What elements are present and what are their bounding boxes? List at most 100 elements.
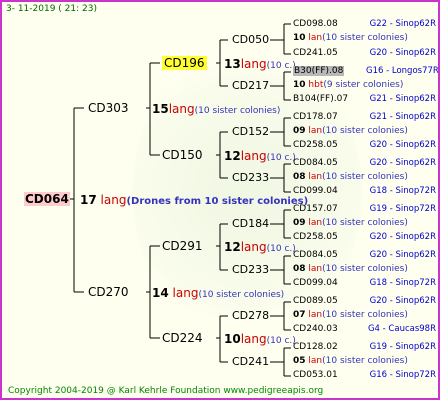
gen2-colony[interactable]: CD196 bbox=[162, 56, 207, 70]
gen2-mating-info: 12lang(10 c.) bbox=[224, 150, 296, 163]
gen3-colony[interactable]: CD217 bbox=[232, 80, 269, 91]
drone-source: G4 - Caucas98R bbox=[367, 324, 436, 334]
root-mating-info: 17 lang(Drones from 10 sister colonies) bbox=[80, 194, 308, 207]
count: 10 bbox=[224, 332, 241, 346]
root-count: 17 bbox=[80, 193, 97, 207]
count: 14 bbox=[152, 286, 169, 300]
note: (10 c.) bbox=[266, 336, 296, 346]
mating-info: 08 lan(10 sister colonies) bbox=[293, 265, 408, 274]
gen3-colony[interactable]: CD152 bbox=[232, 126, 269, 137]
count: 15 bbox=[152, 102, 169, 116]
queen-id-text: B30(FF).08 bbox=[293, 66, 345, 76]
drone-id[interactable]: CD258.05 bbox=[293, 141, 338, 150]
note: (10 sister colonies) bbox=[194, 106, 281, 116]
note: (10 sister colonies) bbox=[322, 218, 408, 228]
lang: lan bbox=[308, 218, 323, 228]
gen3-colony[interactable]: CD050 bbox=[232, 34, 269, 45]
count: 08 bbox=[293, 172, 306, 182]
gen3-colony[interactable]: CD241 bbox=[232, 356, 269, 367]
count: 07 bbox=[293, 310, 306, 320]
count: 09 bbox=[293, 218, 306, 228]
gen2-colony[interactable]: CD291 bbox=[162, 240, 203, 252]
note: (10 sister colonies) bbox=[322, 264, 408, 274]
lang: lan bbox=[308, 172, 323, 182]
lang: lang bbox=[172, 286, 199, 300]
drone-source: G16 - Sinop72R bbox=[369, 370, 436, 380]
report-date: 3- 11-2019 ( 21: 23) bbox=[6, 4, 97, 14]
drone-id[interactable]: CD258.05 bbox=[293, 233, 338, 242]
queen-source: G22 - Sinop62R bbox=[369, 19, 436, 29]
queen-source: G20 - Sinop62R bbox=[369, 158, 436, 168]
gen2-mating-info: 10lang(10 c.) bbox=[224, 333, 296, 346]
lang: lan bbox=[308, 264, 323, 274]
lang: lang bbox=[240, 332, 267, 346]
lang: hbt bbox=[308, 80, 324, 90]
queen-source: G19 - Sinop72R bbox=[369, 204, 436, 214]
queen-id[interactable]: CD084.05 bbox=[293, 251, 338, 260]
queen-id[interactable]: CD089.05 bbox=[293, 297, 338, 306]
count: 12 bbox=[224, 149, 241, 163]
lang: lang bbox=[240, 240, 267, 254]
gen2-mating-info: 13lang(10 c.) bbox=[224, 58, 296, 71]
mating-info: 10 lan(10 sister colonies) bbox=[293, 34, 408, 43]
gen3-colony[interactable]: CD233 bbox=[232, 172, 269, 183]
mating-info: 09 lan(10 sister colonies) bbox=[293, 219, 408, 228]
note: (10 sister colonies) bbox=[322, 33, 408, 43]
queen-source: G20 - Sinop62R bbox=[369, 296, 436, 306]
pedigree-frame: 3- 11-2019 ( 21: 23) Copyright 2004-2019… bbox=[0, 0, 440, 400]
note: (10 c.) bbox=[266, 153, 296, 163]
gen2-colony[interactable]: CD150 bbox=[162, 149, 203, 161]
gen3-colony[interactable]: CD233 bbox=[232, 264, 269, 275]
drone-id[interactable]: B104(FF).07 bbox=[293, 95, 348, 104]
queen-id[interactable]: CD128.02 bbox=[293, 343, 338, 352]
mating-info: 07 lan(10 sister colonies) bbox=[293, 311, 408, 320]
drone-source: G20 - Sinop62R bbox=[369, 48, 436, 58]
root-note: (Drones from 10 sister colonies) bbox=[126, 196, 309, 207]
gen1-colony[interactable]: CD303 bbox=[88, 102, 129, 114]
queen-id[interactable]: CD084.05 bbox=[293, 159, 338, 168]
mating-info: 09 lan(10 sister colonies) bbox=[293, 127, 408, 136]
gen1-mating-info: 14 lang(10 sister colonies) bbox=[152, 287, 284, 300]
count: 09 bbox=[293, 126, 306, 136]
lang: lang bbox=[240, 149, 267, 163]
count: 05 bbox=[293, 356, 306, 366]
drone-id[interactable]: CD053.01 bbox=[293, 371, 338, 380]
queen-source: G20 - Sinop62R bbox=[369, 250, 436, 260]
note: (10 sister colonies) bbox=[322, 310, 408, 320]
gen1-mating-info: 15lang(10 sister colonies) bbox=[152, 103, 280, 116]
queen-id[interactable]: CD157.07 bbox=[293, 205, 338, 214]
drone-id[interactable]: CD240.03 bbox=[293, 325, 338, 334]
gen2-name: CD196 bbox=[162, 56, 207, 70]
gen3-colony[interactable]: CD184 bbox=[232, 218, 269, 229]
queen-id[interactable]: CD098.08 bbox=[293, 20, 338, 29]
drone-source: G20 - Sinop62R bbox=[369, 140, 436, 150]
queen-id[interactable]: B30(FF).08 bbox=[293, 66, 345, 76]
lang: lang bbox=[168, 102, 195, 116]
count: 08 bbox=[293, 264, 306, 274]
queen-source: G16 - Longos77R bbox=[366, 66, 439, 76]
note: (10 sister colonies) bbox=[198, 290, 285, 300]
gen3-colony[interactable]: CD278 bbox=[232, 310, 269, 321]
count: 10 bbox=[293, 33, 306, 43]
drone-id[interactable]: CD099.04 bbox=[293, 279, 338, 288]
lang: lan bbox=[308, 310, 323, 320]
note: (10 c.) bbox=[266, 61, 296, 71]
count: 13 bbox=[224, 57, 241, 71]
queen-id[interactable]: CD178.07 bbox=[293, 113, 338, 122]
root-colony[interactable]: CD064 bbox=[24, 192, 70, 206]
gen2-colony[interactable]: CD224 bbox=[162, 332, 203, 344]
note: (10 c.) bbox=[266, 244, 296, 254]
count: 12 bbox=[224, 240, 241, 254]
drone-source: G21 - Sinop62R bbox=[369, 94, 436, 104]
queen-source: G21 - Sinop62R bbox=[369, 112, 436, 122]
drone-id[interactable]: CD099.04 bbox=[293, 187, 338, 196]
gen1-colony[interactable]: CD270 bbox=[88, 286, 129, 298]
gen2-mating-info: 12lang(10 c.) bbox=[224, 241, 296, 254]
drone-source: G18 - Sinop72R bbox=[369, 278, 436, 288]
note: (10 sister colonies) bbox=[322, 172, 408, 182]
drone-id[interactable]: CD241.05 bbox=[293, 49, 338, 58]
lang: lang bbox=[240, 57, 267, 71]
drone-source: G20 - Sinop62R bbox=[369, 232, 436, 242]
lang: lan bbox=[308, 126, 323, 136]
lang: lan bbox=[308, 356, 323, 366]
